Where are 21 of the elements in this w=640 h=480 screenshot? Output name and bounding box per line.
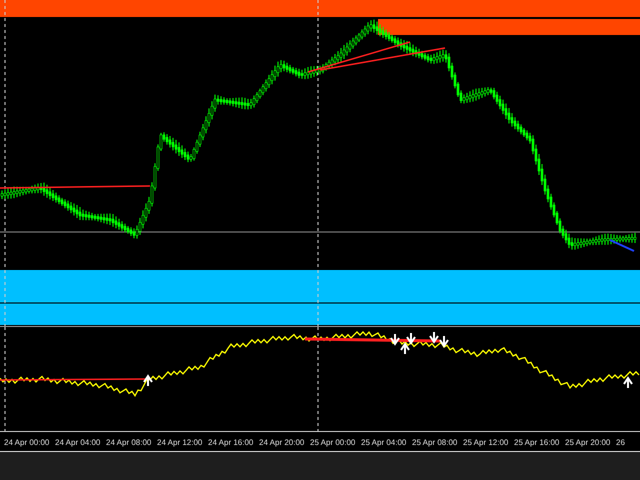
down-arrow-icon [406, 333, 416, 345]
up-arrow-icon [143, 374, 153, 386]
time-axis-label: 24 Apr 08:00 [106, 438, 152, 449]
time-axis-label: 26 [616, 438, 626, 449]
time-axis-label: 25 Apr 16:00 [514, 438, 560, 449]
up-arrow-icon [400, 342, 410, 354]
time-axis-label: 25 Apr 20:00 [565, 438, 612, 449]
down-arrow-icon [390, 334, 400, 346]
time-axis-label: 24 Apr 12:00 [157, 438, 204, 449]
up-arrow-icon [623, 376, 633, 388]
trend-line [610, 239, 634, 252]
time-axis-label: 25 Apr 04:00 [361, 438, 408, 449]
time-axis-label: 24 Apr 04:00 [55, 438, 102, 449]
time-axis-label: 25 Apr 00:00 [310, 438, 356, 449]
time-axis-label: 24 Apr 16:00 [208, 438, 254, 449]
time-axis-label: 24 Apr 20:00 [259, 438, 306, 449]
time-axis-label: 24 Apr 00:00 [4, 438, 50, 449]
down-arrow-icon [439, 336, 449, 348]
time-axis-label: 25 Apr 08:00 [412, 438, 458, 449]
time-axis-label: 25 Apr 12:00 [463, 438, 510, 449]
down-arrow-icon [429, 332, 439, 344]
